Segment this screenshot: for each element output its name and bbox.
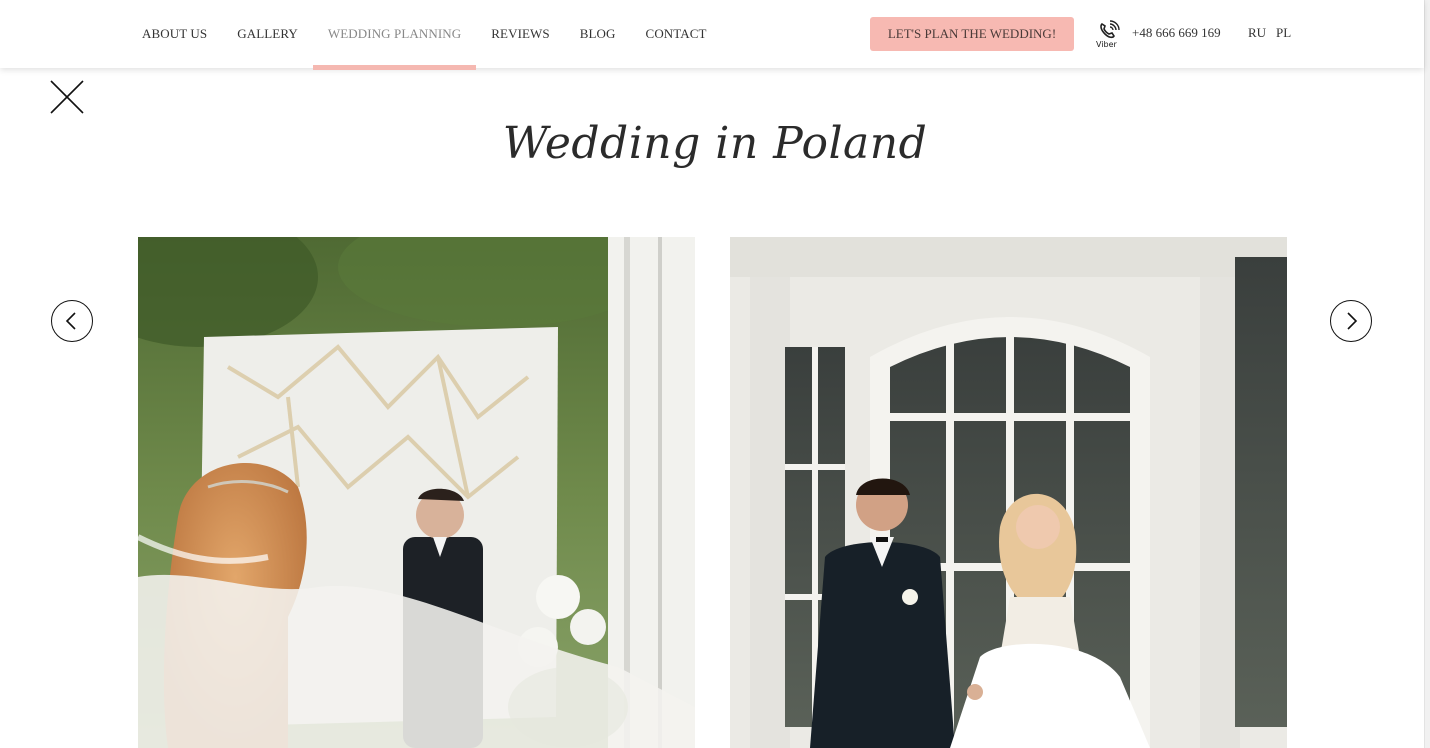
nav-item-reviews[interactable]: REVIEWS — [476, 0, 564, 68]
chevron-left-icon — [65, 312, 76, 330]
plan-wedding-button[interactable]: LET'S PLAN THE WEDDING! — [870, 17, 1074, 51]
next-button[interactable] — [1330, 300, 1372, 342]
scrollbar[interactable] — [1424, 0, 1430, 748]
nav-item-blog[interactable]: BLOG — [565, 0, 631, 68]
chevron-right-icon — [1347, 312, 1358, 330]
nav-item-gallery[interactable]: GALLERY — [222, 0, 313, 68]
lang-ru[interactable]: RU — [1248, 25, 1266, 41]
main-nav: ABOUT US GALLERY WEDDING PLANNING REVIEW… — [127, 0, 722, 70]
gallery-title: Wedding in Poland — [502, 118, 928, 169]
nav-item-about-us[interactable]: ABOUT US — [127, 0, 222, 68]
gallery-photo-couple-walking[interactable] — [730, 237, 1287, 748]
phone-link[interactable]: +48 666 669 169 — [1132, 25, 1221, 41]
site-header: ABOUT US GALLERY WEDDING PLANNING REVIEW… — [0, 0, 1424, 70]
nav-item-wedding-planning[interactable]: WEDDING PLANNING — [312, 0, 477, 70]
prev-button[interactable] — [51, 300, 93, 342]
gallery-photo-bride-veil[interactable] — [138, 237, 695, 748]
lang-pl[interactable]: PL — [1276, 25, 1291, 41]
nav-item-contact[interactable]: CONTACT — [631, 0, 722, 68]
viber-icon[interactable]: Viber — [1096, 20, 1124, 50]
viber-label: Viber — [1096, 40, 1117, 49]
close-icon[interactable] — [50, 80, 84, 114]
